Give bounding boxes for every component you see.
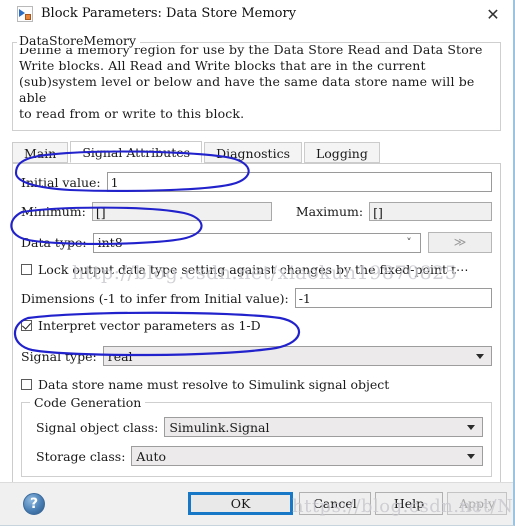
interpret-vector-checkbox[interactable]: [21, 320, 32, 331]
chevron-down-icon[interactable]: ˅: [398, 234, 420, 252]
code-generation-group: Code Generation Signal object class: Sim…: [21, 395, 492, 477]
signal-type-label: Signal type:: [21, 348, 97, 364]
data-type-row: Data type: int8 ˅ ≫: [21, 232, 492, 253]
min-max-row: Minimum: [] Maximum: []: [21, 202, 492, 221]
data-type-more-button[interactable]: ≫: [428, 232, 492, 253]
description-group: DataStoreMemory Define a memory region f…: [12, 33, 501, 131]
signal-type-value: real: [107, 348, 133, 364]
tab-strip: Main Signal Attributes Diagnostics Loggi…: [12, 141, 501, 164]
description-legend: DataStoreMemory: [17, 33, 141, 48]
minimum-label: Minimum:: [21, 204, 86, 219]
cancel-button[interactable]: Cancel: [299, 492, 371, 515]
maximum-input[interactable]: []: [369, 202, 492, 221]
tab-main[interactable]: Main: [12, 142, 69, 163]
tab-diagnostics[interactable]: Diagnostics: [204, 142, 302, 163]
initial-value-label: Initial value:: [21, 174, 101, 190]
apply-button: Apply: [447, 492, 507, 515]
interpret-vector-label: Interpret vector parameters as 1-D: [38, 318, 261, 333]
resolve-signal-checkbox[interactable]: [21, 379, 32, 390]
chevron-down-icon[interactable]: [460, 418, 482, 436]
signal-type-row: Signal type: real: [21, 346, 492, 366]
resolve-signal-row[interactable]: Data store name must resolve to Simulink…: [21, 377, 492, 392]
dimensions-row: Dimensions (-1 to infer from Initial val…: [21, 288, 492, 308]
dimensions-input[interactable]: -1: [294, 288, 492, 308]
help-button[interactable]: Help: [375, 492, 443, 515]
chevron-down-icon[interactable]: [460, 447, 482, 465]
signal-attributes-panel: Initial value: 1 Minimum: [] Maximum: []…: [12, 164, 501, 502]
lock-output-label: Lock output data type setting against ch…: [38, 262, 469, 277]
initial-value-row: Initial value: 1: [21, 172, 492, 192]
resolve-signal-label: Data store name must resolve to Simulink…: [38, 377, 390, 392]
tab-logging[interactable]: Logging: [303, 142, 380, 163]
data-type-combo[interactable]: int8 ˅: [92, 232, 421, 253]
simulink-block-icon: [17, 5, 33, 22]
signal-object-class-label: Signal object class:: [36, 419, 159, 435]
maximum-label: Maximum:: [295, 204, 364, 219]
signal-object-class-combo[interactable]: Simulink.Signal: [164, 417, 483, 437]
storage-class-label: Storage class:: [36, 448, 126, 464]
signal-object-class-value: Simulink.Signal: [169, 419, 270, 435]
interpret-vector-row[interactable]: Interpret vector parameters as 1-D: [21, 318, 492, 333]
window-title: Block Parameters: Data Store Memory: [41, 6, 297, 21]
initial-value-input[interactable]: 1: [106, 172, 492, 192]
close-icon[interactable]: ✕: [483, 4, 503, 24]
help-icon[interactable]: ?: [23, 493, 45, 515]
tab-signal-attributes[interactable]: Signal Attributes: [70, 141, 203, 163]
dimensions-label: Dimensions (-1 to infer from Initial val…: [21, 290, 289, 306]
signal-type-combo[interactable]: real: [102, 346, 492, 366]
chevron-down-icon[interactable]: [469, 347, 491, 365]
description-text: Define a memory region for use by the Da…: [19, 42, 483, 121]
dialog-footer: ? OK Cancel Help Apply: [0, 482, 513, 525]
block-parameters-dialog: Block Parameters: Data Store Memory ✕ Da…: [0, 0, 515, 526]
lock-output-checkbox[interactable]: [21, 264, 32, 275]
ok-button[interactable]: OK: [188, 492, 293, 515]
code-generation-legend: Code Generation: [30, 395, 146, 410]
storage-class-row: Storage class: Auto: [30, 446, 483, 466]
storage-class-value: Auto: [136, 448, 167, 464]
minimum-input[interactable]: []: [91, 202, 272, 221]
lock-output-row[interactable]: Lock output data type setting against ch…: [21, 262, 492, 277]
data-type-value: int8: [97, 235, 123, 250]
storage-class-combo[interactable]: Auto: [131, 446, 483, 466]
signal-object-class-row: Signal object class: Simulink.Signal: [30, 417, 483, 437]
data-type-label: Data type:: [21, 235, 87, 250]
title-bar: Block Parameters: Data Store Memory ✕: [0, 0, 513, 28]
